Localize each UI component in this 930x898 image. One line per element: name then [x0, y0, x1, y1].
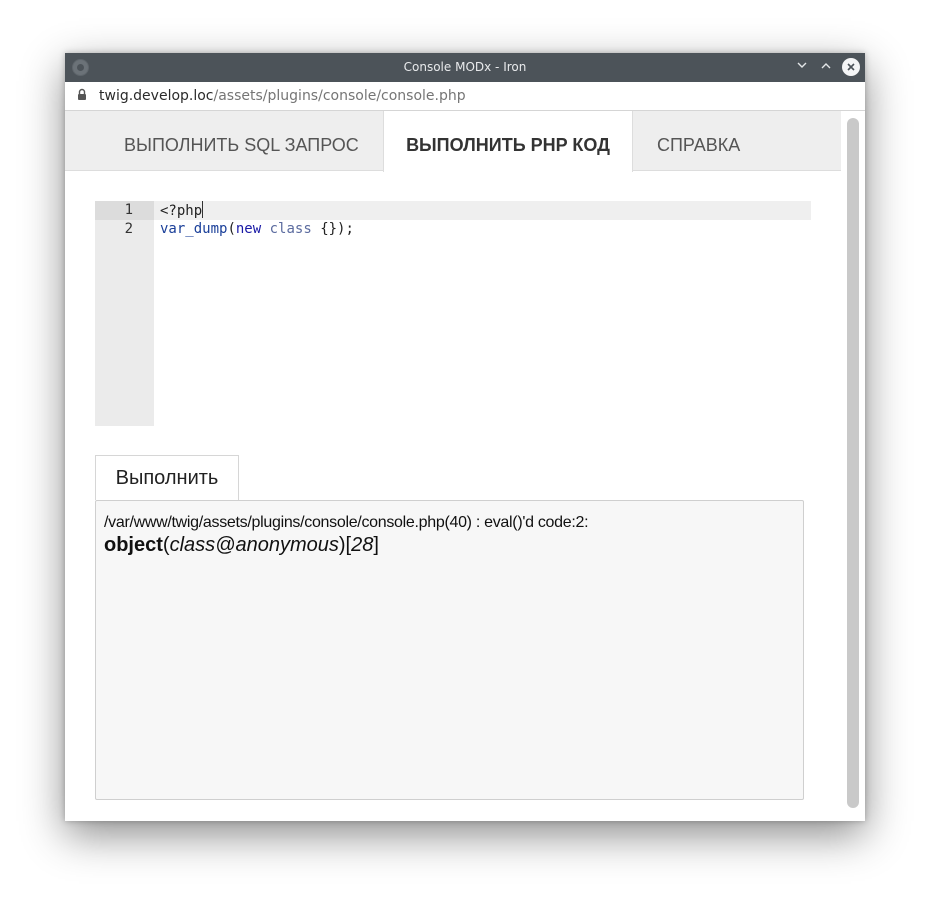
url-host: twig.develop.loc — [99, 88, 214, 104]
paren-token: ( — [227, 221, 236, 237]
tab-sql-query[interactable]: ВЫПОЛНИТЬ SQL ЗАПРОС — [124, 111, 359, 171]
keyword-new: new — [235, 221, 262, 237]
tab-php-code[interactable]: ВЫПОЛНИТЬ PHP КОД — [383, 111, 633, 172]
output-panel: /var/www/twig/assets/plugins/console/con… — [95, 500, 804, 800]
output-location: /var/www/twig/assets/plugins/console/con… — [104, 514, 589, 531]
code-line-2[interactable]: var_dump(new class {}); — [160, 220, 354, 239]
dump-paren-open: ( — [162, 534, 170, 556]
line-number: 2 — [124, 221, 133, 237]
line-number: 1 — [124, 202, 133, 218]
dump-object-id: 28 — [351, 534, 374, 556]
url-text[interactable]: twig.develop.loc/assets/plugins/console/… — [99, 88, 466, 104]
lock-icon — [77, 88, 87, 105]
browser-window: Console MODx - Iron twig.develop.loc/ass… — [65, 53, 865, 821]
dump-type: object — [104, 534, 163, 556]
close-icon[interactable] — [842, 58, 860, 76]
address-bar[interactable]: twig.develop.loc/assets/plugins/console/… — [65, 82, 865, 111]
tab-bar: ВЫПОЛНИТЬ SQL ЗАПРОС ВЫПОЛНИТЬ PHP КОД С… — [65, 111, 841, 172]
run-button[interactable]: Выполнить — [95, 455, 239, 500]
keyword-class: class — [269, 221, 312, 237]
title-bar: Console MODx - Iron — [65, 53, 865, 82]
code-rest: {}); — [320, 221, 354, 237]
minimize-icon[interactable] — [793, 58, 811, 76]
code-editor[interactable]: 1 2 <?php var_dump(new class {}); — [95, 201, 811, 426]
dump-bracket-close: ] — [373, 534, 379, 556]
maximize-icon[interactable] — [817, 58, 835, 76]
dump-class-name: class@anonymous — [169, 534, 339, 556]
vertical-scrollbar[interactable] — [841, 111, 865, 821]
tab-help[interactable]: СПРАВКА — [657, 111, 740, 171]
function-token: var_dump — [160, 221, 228, 237]
url-path: /assets/plugins/console/console.php — [213, 88, 466, 104]
output-dump: object(class@anonymous)[28] — [104, 534, 379, 557]
code-line-1[interactable]: <?php — [160, 201, 204, 221]
dump-paren-close: ) — [338, 534, 346, 556]
php-open-tag: <?php — [160, 203, 203, 219]
scrollbar-thumb[interactable] — [847, 118, 859, 808]
page-content: ВЫПОЛНИТЬ SQL ЗАПРОС ВЫПОЛНИТЬ PHP КОД С… — [65, 111, 841, 821]
window-title: Console MODx - Iron — [403, 60, 527, 74]
text-cursor — [202, 201, 204, 218]
